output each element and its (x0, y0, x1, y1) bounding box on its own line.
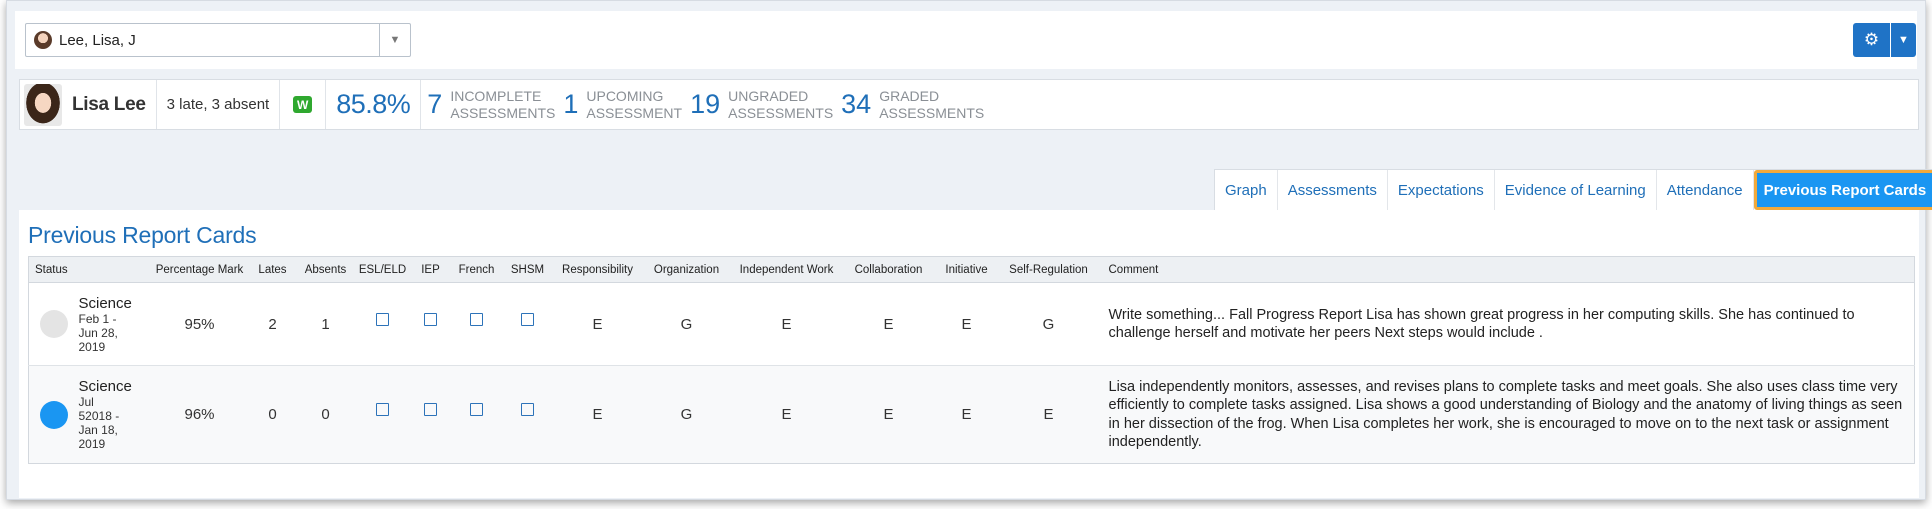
stat-ungraded[interactable]: 19 UNGRADED ASSESSMENTS (690, 88, 833, 122)
col-self-regulation: Self-Regulation (998, 256, 1099, 283)
comment-text: Write something... Fall Progress Report … (1098, 282, 1915, 366)
overall-percentage: 85.8% (326, 80, 422, 129)
shsm-checkbox[interactable] (521, 403, 534, 416)
tab-previous-report-cards[interactable]: Previous Report Cards (1753, 170, 1932, 210)
student-summary-bar: Lisa Lee 3 late, 3 absent W 85.8% 7 INCO… (19, 79, 1919, 130)
initiative-mark: E (934, 282, 999, 366)
col-esl-eld: ESL/ELD (354, 256, 411, 283)
lates-count: 2 (248, 282, 297, 366)
col-collaboration: Collaboration (842, 256, 935, 283)
settings-button[interactable]: ⚙ (1853, 23, 1890, 57)
chevron-down-icon: ▼ (1898, 34, 1909, 46)
initiative-mark: E (934, 365, 999, 464)
iep-checkbox[interactable] (424, 403, 437, 416)
col-status: Status (28, 256, 79, 283)
status-indicator (39, 400, 68, 429)
settings-dropdown-button[interactable]: ▼ (1891, 23, 1916, 57)
table-row[interactable]: Science Jul 52018 - Jan 18, 2019 96% 0 0… (28, 365, 1915, 464)
absents-count: 1 (296, 282, 355, 366)
stat-incomplete[interactable]: 7 INCOMPLETE ASSESSMENTS (427, 88, 555, 122)
report-cards-table: Status Percentage Mark Lates Absents ESL… (28, 256, 1915, 464)
absents-count: 0 (296, 365, 355, 464)
shsm-checkbox[interactable] (521, 312, 534, 326)
col-initiative: Initiative (934, 256, 999, 283)
percentage-mark: 96% (150, 365, 249, 464)
responsibility-mark: E (552, 365, 643, 464)
collaboration-mark: E (842, 282, 935, 366)
col-absents: Absents (296, 256, 355, 283)
col-organization: Organization (642, 256, 731, 283)
table-row[interactable]: Science Feb 1 - Jun 28, 2019 95% 2 1 E G… (28, 282, 1915, 366)
settings-button-group: ⚙ ▼ (1853, 23, 1916, 57)
col-iep: IEP (410, 256, 451, 283)
independent-work-mark: E (730, 365, 843, 464)
student-avatar (24, 83, 62, 126)
course-name: Science (78, 294, 132, 312)
status-indicator (39, 310, 68, 338)
col-lates: Lates (248, 256, 297, 283)
col-shsm: SHSM (502, 256, 553, 283)
percentage-mark: 95% (150, 282, 249, 366)
course-dates: Jul 52018 - Jan 18, 2019 (78, 395, 120, 451)
french-checkbox[interactable] (470, 312, 483, 326)
col-french: French (450, 256, 503, 283)
organization-mark: G (642, 282, 731, 366)
tab-assessments[interactable]: Assessments (1278, 170, 1388, 210)
esl-eld-checkbox[interactable] (376, 403, 389, 416)
independent-work-mark: E (730, 282, 843, 366)
stat-upcoming[interactable]: 1 UPCOMING ASSESSMENT (563, 88, 682, 122)
course-name: Science (78, 378, 132, 395)
lates-count: 0 (248, 365, 297, 464)
self-regulation-mark: G (998, 282, 1099, 366)
self-regulation-mark: E (998, 365, 1099, 464)
col-percentage: Percentage Mark (150, 256, 249, 283)
tab-evidence-of-learning[interactable]: Evidence of Learning (1495, 170, 1657, 210)
col-independent-work: Independent Work (730, 256, 843, 283)
student-name: Lisa Lee (72, 93, 146, 115)
french-checkbox[interactable] (470, 403, 483, 416)
top-bar: Lee, Lisa, J ▼ ⚙ ▼ (15, 11, 1917, 69)
iep-checkbox[interactable] (424, 312, 437, 326)
attendance-summary: 3 late, 3 absent (157, 80, 281, 129)
gear-icon: ⚙ (1863, 30, 1880, 49)
student-select-value: Lee, Lisa, J (59, 31, 136, 49)
table-header-row: Status Percentage Mark Lates Absents ESL… (28, 256, 1915, 283)
collaboration-mark: E (842, 365, 935, 464)
col-responsibility: Responsibility (552, 256, 643, 283)
student-avatar-small (34, 31, 52, 49)
col-comment: Comment (1098, 256, 1915, 283)
tab-graph[interactable]: Graph (1215, 170, 1278, 210)
report-cards-panel: Previous Report Cards Status Percentage … (19, 210, 1919, 498)
tab-attendance[interactable]: Attendance (1657, 170, 1754, 210)
organization-mark: G (642, 365, 731, 464)
col-course (78, 256, 151, 283)
esl-eld-checkbox[interactable] (376, 312, 389, 326)
assessment-stats: 7 INCOMPLETE ASSESSMENTS 1 UPCOMING ASSESS… (421, 80, 1002, 129)
course-dates: Feb 1 - Jun 28, 2019 (78, 311, 118, 354)
status-badge: W (293, 96, 313, 113)
page-title: Previous Report Cards (28, 222, 257, 248)
responsibility-mark: E (552, 282, 643, 366)
badge-cell: W (280, 80, 327, 129)
view-tabs: Graph Assessments Expectations Evidence … (1214, 169, 1932, 210)
stat-graded[interactable]: 34 GRADED ASSESSMENTS (841, 88, 984, 122)
app-frame: Lee, Lisa, J ▼ ⚙ ▼ Lisa Lee 3 late, 3 ab… (6, 0, 1932, 500)
student-identity: Lisa Lee (20, 80, 157, 129)
tab-expectations[interactable]: Expectations (1388, 170, 1495, 210)
dropdown-arrow-icon[interactable]: ▼ (379, 24, 410, 56)
comment-text: Lisa independently monitors, assesses, a… (1098, 365, 1915, 464)
student-select[interactable]: Lee, Lisa, J ▼ (25, 23, 411, 57)
